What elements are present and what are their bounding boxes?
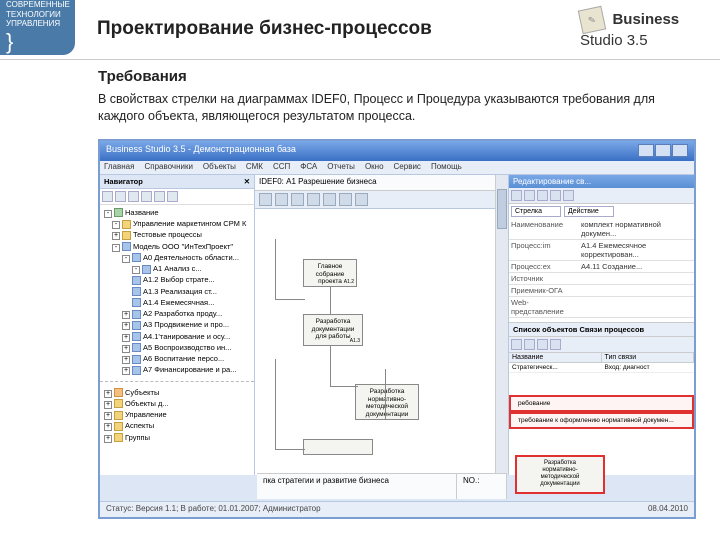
status-bar: Статус: Версия 1.1; В работе; 01.01.2007… — [100, 501, 694, 517]
properties-toolbar[interactable] — [509, 188, 694, 204]
window-titlebar: Business Studio 3.5 - Демонстрационная б… — [100, 141, 694, 161]
navigator-header: Навигатор✕ — [100, 175, 254, 189]
vendor-logo: СОВРЕМЕННЫЕ ТЕХНОЛОГИИ УПРАВЛЕНИЯ} — [0, 0, 75, 55]
tree-item[interactable]: +А3 Продвижение и про... — [100, 319, 254, 330]
tree-item[interactable]: +Субъекты — [100, 387, 254, 398]
tree-item[interactable]: +А5 Воспроизводство ин... — [100, 342, 254, 353]
diagram-node[interactable] — [303, 439, 373, 455]
note-icon: ✎ — [578, 6, 606, 34]
reference-tree[interactable]: +Субъекты+Объекты д...+Управление+Аспект… — [100, 385, 254, 445]
tree-item[interactable]: +Управление — [100, 409, 254, 420]
diagram-node[interactable]: Разработканормативно-методическойдокумен… — [355, 384, 419, 420]
navigator-toolbar[interactable] — [100, 189, 254, 205]
close-icon[interactable]: ✕ — [244, 177, 250, 186]
diagram-footer: пка стратегии и развитие бизнеса NO.: — [257, 473, 507, 499]
property-row[interactable]: Источник — [509, 273, 694, 285]
menu-bar[interactable]: ГлавнаяСправочникиОбъектыСМКССПФСАОтчеты… — [100, 161, 694, 175]
type-dropdown[interactable]: Стрелка — [511, 206, 561, 217]
navigator-panel: Навигатор✕ -Название-Управление маркетин… — [100, 175, 255, 475]
diagram-title: IDEF0: А1 Разрешение бизнеса — [255, 175, 508, 191]
tree-item[interactable]: +А6 Воспитание персо... — [100, 353, 254, 364]
app-screenshot: Business Studio 3.5 - Демонстрационная б… — [98, 139, 696, 519]
slide-title: Проектирование бизнес-процессов — [75, 0, 580, 40]
property-row[interactable]: Процесс:exА4.11 Создание... — [509, 261, 694, 273]
tree-item[interactable]: +А7 Финансирование и ра... — [100, 364, 254, 375]
property-row[interactable]: Процесс:im А1.4 Ежемесячное корректирова… — [509, 240, 694, 261]
grid-header: НазваниеТип связи — [509, 353, 694, 363]
properties-panel: Редактирование св... Стрелка Действие На… — [509, 175, 694, 475]
section-description: В свойствах стрелки на диаграммах IDEF0,… — [98, 91, 696, 125]
window-title: Business Studio 3.5 - Демонстрационная б… — [106, 144, 296, 158]
property-row[interactable]: Приемник-ОГА — [509, 285, 694, 297]
process-tree[interactable]: -Название-Управление маркетингом СРМ К+Т… — [100, 205, 254, 378]
action-dropdown[interactable]: Действие — [564, 206, 614, 217]
tree-item[interactable]: -Название — [100, 207, 254, 218]
property-grid[interactable]: Наименованиекомплект нормативной докумен… — [509, 219, 694, 318]
tree-item[interactable]: +Аспекты — [100, 420, 254, 431]
property-row[interactable]: Наименованиекомплект нормативной докумен… — [509, 219, 694, 240]
callout-box: Разработканормативно-методическойдокумен… — [515, 455, 605, 494]
tree-item[interactable]: +Объекты д... — [100, 398, 254, 409]
tree-item[interactable]: +А2 Разработка проду... — [100, 308, 254, 319]
grid-row[interactable]: Стратегическ...Вход: диагност — [509, 363, 694, 373]
diagram-node[interactable]: ГлавноесобраниепроектаА1.2 — [303, 259, 357, 287]
properties-title: Редактирование св... — [509, 175, 694, 188]
tree-item[interactable]: А1.3 Реализация ст... — [100, 286, 254, 297]
requirement-section-highlight[interactable]: ребование — [509, 395, 694, 412]
window-controls[interactable] — [637, 144, 688, 158]
tree-item[interactable]: +Тестовые процессы — [100, 229, 254, 240]
tree-item[interactable]: -Модель ООО "ИнТехПроект" — [100, 241, 254, 252]
product-logo: ✎ Business Studio 3.5 — [580, 0, 720, 50]
diagram-node[interactable]: Разработкадокументациидля работыА1.3 — [303, 314, 363, 346]
section-subtitle: Требования — [98, 68, 696, 85]
tree-item[interactable]: А1.4 Ежемесячная... — [100, 297, 254, 308]
tree-item[interactable]: -А0 Деятельность области... — [100, 252, 254, 263]
tree-item[interactable]: -Управление маркетингом СРМ К — [100, 218, 254, 229]
tree-item[interactable]: А1.2 Выбор страте... — [100, 274, 254, 285]
tree-item[interactable]: -А1 Анализ с... — [100, 263, 254, 274]
property-row[interactable]: Web-представление — [509, 297, 694, 318]
tree-item[interactable]: +А4.1'танирование и осу... — [100, 331, 254, 342]
diagram-canvas[interactable]: IDEF0: А1 Разрешение бизнеса Главноесобр… — [255, 175, 509, 475]
scrollbar[interactable] — [495, 175, 508, 475]
requirement-row-highlight[interactable]: требование к оформлению нормативной доку… — [509, 412, 694, 429]
tree-item[interactable]: +Группы — [100, 432, 254, 443]
objects-section-header[interactable]: Список объектов Связи процессов — [509, 322, 694, 337]
diagram-toolbar[interactable] — [255, 191, 508, 209]
